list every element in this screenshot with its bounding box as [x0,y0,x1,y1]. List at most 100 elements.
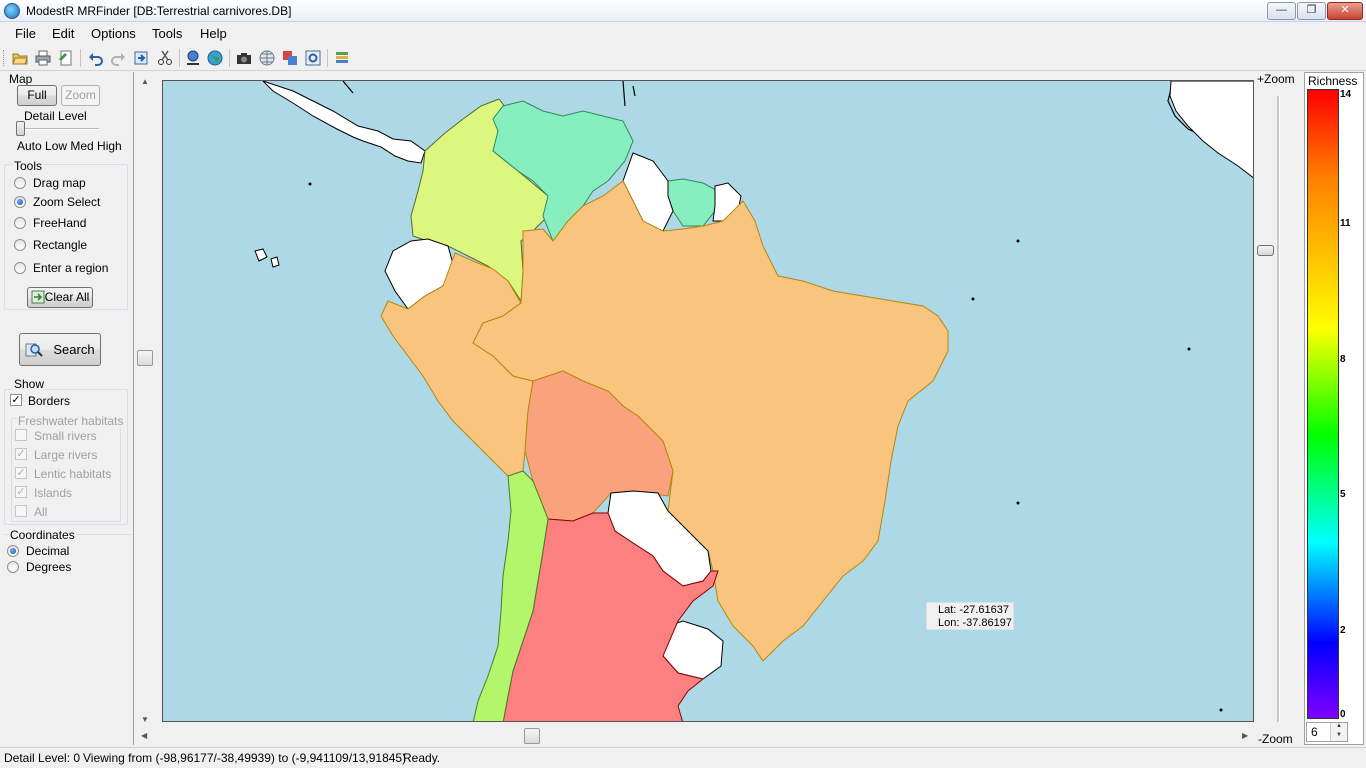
legend-icon[interactable] [334,50,350,66]
search-map-icon[interactable] [185,50,201,66]
degrees-radio[interactable] [7,561,19,573]
clear-all-label: Clear All [44,290,90,304]
horizontal-scroll-thumb[interactable] [524,728,540,744]
decimal-radio[interactable] [7,545,19,557]
legend-tick-11: 11 [1340,218,1351,229]
cut-icon[interactable] [157,50,173,66]
rectangle-radio[interactable] [14,239,26,251]
scroll-left-arrow[interactable]: ◀ [141,731,147,740]
scroll-right-arrow[interactable]: ▶ [1242,731,1248,740]
open-icon[interactable] [12,50,28,66]
undo-icon[interactable] [88,50,104,66]
status-detail-level: Detail Level: 0 [4,751,81,765]
zoom-slider-thumb[interactable] [1257,245,1274,256]
status-viewing: Viewing from (-98,96177/-38,49939) to (-… [83,751,407,765]
legend-tick-0: 0 [1340,709,1346,720]
detail-level-scale: Auto Low Med High [17,139,122,153]
menu-edit[interactable]: Edit [52,26,74,41]
menu-help[interactable]: Help [200,26,227,41]
search-label: Search [53,342,95,357]
menu-file[interactable]: File [15,26,36,41]
large-rivers-label[interactable]: Large rivers [34,448,97,462]
tools-group-title: Tools [13,159,44,173]
zoom-in-label[interactable]: +Zoom [1257,72,1295,86]
detail-level-slider[interactable] [16,121,25,136]
lentic-habitats-label[interactable]: Lentic habitats [34,467,111,481]
export-icon[interactable] [58,50,74,66]
scroll-up-arrow[interactable]: ▲ [141,77,149,86]
small-rivers-checkbox[interactable] [15,429,27,441]
legend-tick-8: 8 [1340,354,1346,365]
map-vertical-scrollbar[interactable]: ▲ ▼ [136,72,153,727]
map-canvas[interactable]: Lat: -27.61637 Lon: -37.86197 [162,80,1254,722]
spinner-down-button[interactable]: ▼ [1330,732,1347,741]
menu-options[interactable]: Options [91,26,136,41]
layers-icon[interactable] [282,50,298,66]
minimize-button[interactable]: — [1267,2,1296,20]
menu-tools[interactable]: Tools [152,26,182,41]
region-caribbean-north[interactable] [1169,81,1254,179]
legend-tick-2: 2 [1340,625,1346,636]
search-button[interactable]: Search [19,333,101,366]
status-bar: Detail Level: 0 Viewing from (-98,96177/… [0,747,1366,768]
settings-icon[interactable] [305,50,321,66]
freshwater-title: Freshwater habitats [17,414,125,428]
spinner-up-button[interactable]: ▲ [1330,723,1347,732]
region-guyana[interactable] [667,178,719,227]
islands-checkbox[interactable]: ✓ [15,486,27,498]
islands-label[interactable]: Islands [34,486,72,500]
longitude-readout: Lon: -37.86197 [938,617,1013,629]
toolbar-grip [3,50,6,66]
title-bar: ModestR MRFinder [DB:Terrestrial carnivo… [0,0,1366,22]
island-dot [971,297,975,301]
degrees-label[interactable]: Degrees [26,560,71,574]
enter-region-radio[interactable] [14,262,26,274]
grid-icon[interactable] [259,50,275,66]
legend-color-scale [1307,89,1339,719]
rectangle-label[interactable]: Rectangle [33,238,87,252]
print-icon[interactable] [35,50,51,66]
region-central-america[interactable] [262,81,426,164]
scroll-down-arrow[interactable]: ▼ [141,715,149,724]
map-horizontal-scrollbar[interactable]: ◀ ▶ [136,727,1253,745]
drag-map-radio[interactable] [14,177,26,189]
enter-region-label[interactable]: Enter a region [33,261,108,275]
full-button[interactable]: Full [17,85,57,106]
large-rivers-checkbox[interactable]: ✓ [15,448,27,460]
map-group-title: Map [9,72,33,86]
map-svg[interactable] [163,81,1254,722]
left-panel: Map Full Zoom Detail Level Auto Low Med … [0,72,134,745]
borders-label[interactable]: Borders [28,394,70,408]
zoom-out-label[interactable]: -Zoom [1258,732,1293,746]
decimal-label[interactable]: Decimal [26,544,69,558]
legend-tick-5: 5 [1340,489,1346,500]
camera-icon[interactable] [236,50,252,66]
zoom-select-radio[interactable] [14,196,26,208]
region-galapagos[interactable] [254,248,280,268]
freehand-radio[interactable] [14,217,26,229]
close-button[interactable]: ✕ [1327,2,1363,20]
island-dot [1219,708,1223,712]
all-label[interactable]: All [34,505,47,519]
maximize-button[interactable]: ❐ [1297,2,1326,20]
clear-all-button[interactable]: Clear All [27,287,93,308]
freehand-label[interactable]: FreeHand [33,216,86,230]
zoom-button[interactable]: Zoom [61,85,100,106]
small-rivers-label[interactable]: Small rivers [34,429,97,443]
globe-icon[interactable] [207,50,223,66]
forward-icon[interactable] [133,50,149,66]
redo-icon[interactable] [110,50,126,66]
lentic-habitats-checkbox[interactable]: ✓ [15,467,27,479]
drag-map-label[interactable]: Drag map [33,176,86,190]
app-icon [4,3,20,19]
vertical-scroll-thumb[interactable] [137,350,153,366]
show-group-title: Show [13,377,46,391]
zoom-track[interactable] [1277,96,1280,722]
richness-legend: Richness 14 11 8 5 2 0 [1304,72,1364,745]
island-dot [308,182,312,186]
zoom-select-label[interactable]: Zoom Select [33,195,100,209]
borders-checkbox[interactable]: ✓ [10,394,22,406]
detail-level-label: Detail Level [24,109,87,123]
island-dot [1187,347,1191,351]
all-checkbox[interactable] [15,505,27,517]
